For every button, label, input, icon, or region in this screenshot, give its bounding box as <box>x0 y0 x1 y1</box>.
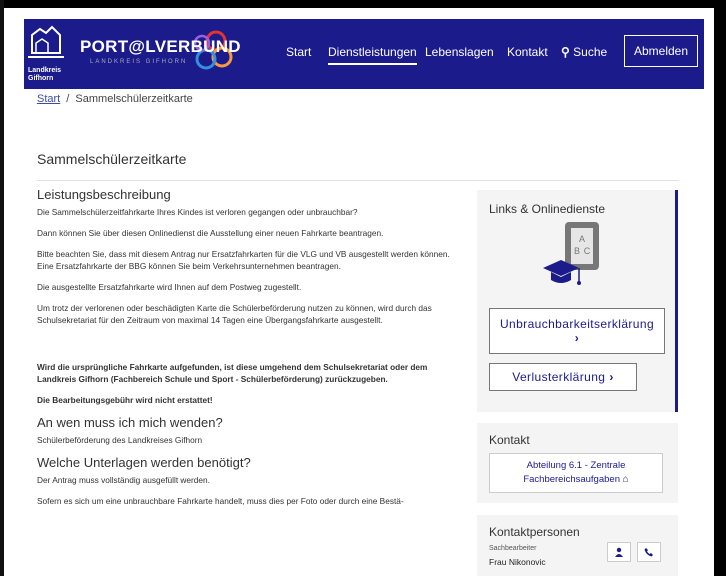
nav-kontakt[interactable]: Kontakt <box>507 45 548 59</box>
verlusterklaerung-label: Verlusterklärung <box>512 370 606 384</box>
window-frame-top <box>0 0 726 8</box>
logout-button[interactable]: Abmelden <box>624 35 698 67</box>
user-icon <box>615 547 623 557</box>
icon-letter-a: A <box>579 234 585 244</box>
sidebar-title: Links & Onlinedienste <box>489 202 606 216</box>
paragraph: Sofern es sich um eine unbrauchbare Fahr… <box>37 496 404 506</box>
verlusterklaerung-button[interactable]: Verlusterklärung › <box>489 363 637 391</box>
search-label: Suche <box>573 45 608 59</box>
paragraph-bold: Wird die ursprüngliche Fahrkarte aufgefu… <box>37 362 428 384</box>
breadcrumb: Start / Sammelschülerzeitkarte <box>37 93 193 105</box>
person-call-button[interactable] <box>637 542 661 562</box>
chevron-right-icon: › <box>574 331 580 345</box>
paragraph: Die Sammelschülerzeitfahrkarte Ihres Kin… <box>37 207 358 217</box>
portal-subtitle: LANDKREIS GIFHORN <box>90 59 188 65</box>
paragraph: Bitte beachten Sie, dass mit diesem Antr… <box>37 249 450 271</box>
breadcrumb-separator: / <box>66 93 70 105</box>
contact-department-link[interactable]: Abteilung 6.1 - Zentrale Fachbereichsauf… <box>489 453 663 493</box>
person-details-button[interactable] <box>607 542 631 562</box>
contact-persons-title: Kontaktpersonen <box>489 525 580 539</box>
page-title: Sammelschülerzeitkarte <box>37 151 187 167</box>
breadcrumb-home-link[interactable]: Start <box>37 93 60 105</box>
contact-panel: Kontakt Abteilung 6.1 - Zentrale Fachber… <box>477 423 678 503</box>
phone-icon <box>644 548 653 557</box>
contact-persons-panel: Kontaktpersonen Sachbearbeiter Frau Niko… <box>477 515 678 576</box>
chevron-right-icon: › <box>609 370 614 384</box>
landkreis-logo-text: Landkreis Gifhorn <box>28 67 62 82</box>
unbrauchbarkeitserklaerung-label: Unbrauchbarkeitserklärung <box>499 317 655 331</box>
search-icon: ⚲ <box>561 45 570 59</box>
icon-letter-c: C <box>584 246 591 256</box>
person-name: Frau Nikonovic <box>489 557 546 567</box>
nav-dienstleistungen[interactable]: Dienstleistungen <box>328 45 417 65</box>
nav-lebenslagen[interactable]: Lebenslagen <box>425 45 494 59</box>
paragraph: Die ausgestellte Ersatzfahrkarte wird Ih… <box>37 282 302 292</box>
main-content: Leistungsbeschreibung Die Sammelschülerz… <box>37 187 467 516</box>
section-heading-leistungsbeschreibung: Leistungsbeschreibung <box>37 187 171 202</box>
landkreis-logo[interactable]: Landkreis Gifhorn <box>26 23 66 82</box>
paragraph: Schülerbeförderung des Landkreises Gifho… <box>37 435 203 445</box>
contact-department-line2: Fachbereichsaufgaben <box>523 474 620 485</box>
top-navbar: Landkreis Gifhorn PORT@LVERBUND LANDKREI… <box>24 19 704 89</box>
portalverbund-logo[interactable]: PORT@LVERBUND LANDKREIS GIFHORN <box>74 29 241 79</box>
breadcrumb-current: Sammelschülerzeitkarte <box>75 93 193 105</box>
contact-department-line1: Abteilung 6.1 - Zentrale <box>526 460 626 471</box>
title-divider <box>37 180 679 181</box>
section-heading-unterlagen: Welche Unterlagen werden benötigt? <box>37 455 251 470</box>
paragraph: Um trotz der verlorenen oder beschädigte… <box>37 303 432 325</box>
graduation-book-icon: A B C <box>543 222 599 285</box>
unbrauchbarkeitserklaerung-button[interactable]: Unbrauchbarkeitserklärung › <box>489 308 665 354</box>
section-heading-wer: An wen muss ich mich wenden? <box>37 415 223 430</box>
nav-start[interactable]: Start <box>286 45 311 59</box>
links-onlinedienste-panel: Links & Onlinedienste A B C Unbrauchbark… <box>477 190 678 412</box>
nav-search[interactable]: ⚲ Suche <box>561 45 607 59</box>
home-icon: ⌂ <box>622 474 629 485</box>
portal-name: PORT@LVERBUND <box>80 37 241 56</box>
landkreis-crest-icon <box>28 25 64 58</box>
paragraph: Der Antrag muss vollständig ausgefüllt w… <box>37 475 210 485</box>
contact-title: Kontakt <box>489 433 530 447</box>
paragraph-bold: Die Bearbeitungsgebühr wird nicht erstat… <box>37 395 213 405</box>
icon-letter-b: B <box>574 246 580 256</box>
contact-department-line2-wrap: Fachbereichsaufgaben ⌂ <box>490 473 662 487</box>
window-frame-right <box>714 0 726 576</box>
window-frame-left <box>0 0 4 576</box>
paragraph: Dann können Sie über diesen Onlinedienst… <box>37 228 384 238</box>
person-role: Sachbearbeiter <box>489 545 537 552</box>
